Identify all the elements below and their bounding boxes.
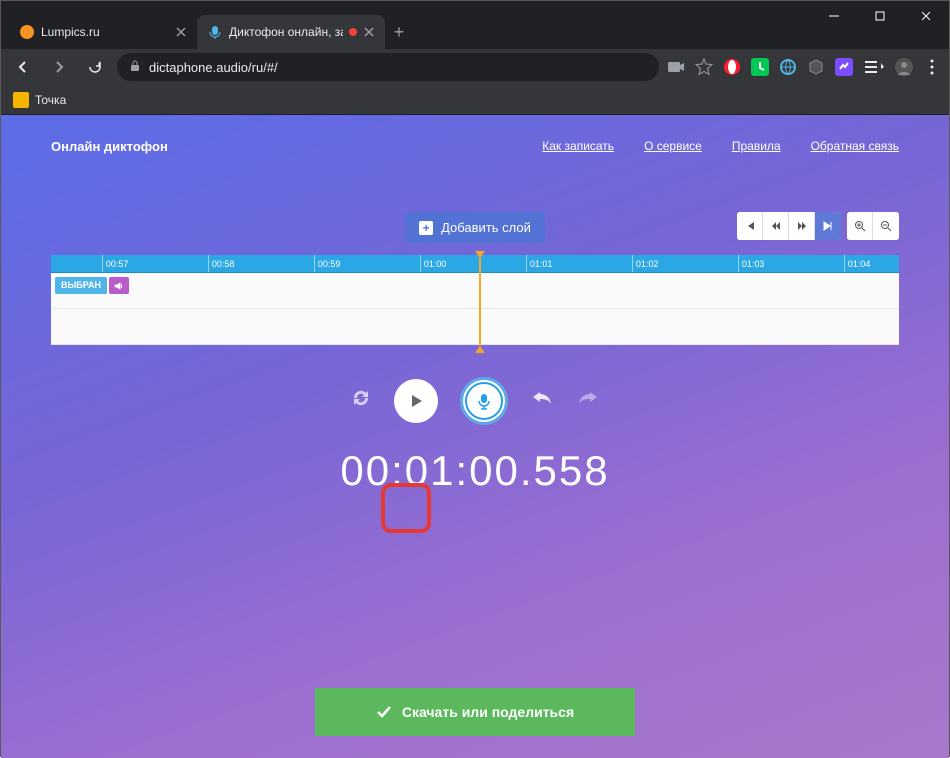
close-window-button[interactable] [903, 1, 949, 31]
download-label: Скачать или поделиться [402, 704, 574, 720]
favicon-lumpics [19, 24, 35, 40]
redo-icon[interactable] [576, 388, 600, 414]
sound-icon[interactable] [109, 277, 129, 294]
recording-indicator-icon [349, 28, 357, 36]
add-layer-label: Добавить слой [441, 220, 531, 235]
opera-ext-icon[interactable] [723, 58, 741, 76]
zoom-controls [847, 212, 899, 240]
nav-about[interactable]: О сервисе [644, 139, 702, 154]
menu-icon[interactable] [923, 58, 941, 76]
ruler-tick: 01:02 [632, 255, 659, 272]
browser-titlebar: Lumpics.ru Диктофон онлайн, записать + [1, 1, 949, 49]
bookmark-label[interactable]: Точка [35, 93, 66, 107]
download-button[interactable]: Скачать или поделиться [315, 688, 635, 736]
lock-icon [129, 60, 141, 75]
nav-contact[interactable]: Обратная связь [811, 139, 899, 154]
zoom-out-button[interactable] [873, 212, 899, 240]
profile-avatar-icon[interactable] [895, 58, 913, 76]
ruler-tick: 00:57 [102, 255, 129, 272]
star-icon[interactable] [695, 58, 713, 76]
close-icon[interactable] [175, 26, 187, 38]
skip-start-button[interactable] [737, 212, 763, 240]
transport-controls [737, 212, 841, 240]
globe-ext-icon[interactable] [779, 58, 797, 76]
site-nav: Как записать О сервисе Правила Обратная … [542, 139, 899, 154]
bookmarks-bar: Точка [1, 85, 949, 115]
refresh-icon[interactable] [350, 387, 372, 415]
tab-title: Lumpics.ru [41, 25, 169, 39]
playback-controls [51, 377, 899, 425]
reading-list-icon[interactable] [863, 58, 885, 76]
ruler-tick: 00:58 [208, 255, 235, 272]
new-tab-button[interactable]: + [385, 15, 413, 49]
extension-icons [667, 58, 941, 76]
ruler-tick: 01:04 [844, 255, 871, 272]
forward-fast-button[interactable] [789, 212, 815, 240]
skip-end-button[interactable] [815, 212, 841, 240]
window-controls [811, 1, 949, 31]
cube-ext-icon[interactable] [807, 58, 825, 76]
browser-tab-lumpics[interactable]: Lumpics.ru [9, 15, 197, 49]
minimize-button[interactable] [811, 1, 857, 31]
timeline-ruler[interactable]: 00:57 00:58 00:59 01:00 01:01 01:02 01:0… [51, 255, 899, 273]
record-button[interactable] [460, 377, 508, 425]
maximize-button[interactable] [857, 1, 903, 31]
purple-ext-icon[interactable] [835, 58, 853, 76]
mic-icon [465, 382, 503, 420]
undo-icon[interactable] [530, 388, 554, 414]
selected-badge[interactable]: ВЫБРАН [55, 277, 107, 294]
rewind-button[interactable] [763, 212, 789, 240]
camera-icon[interactable] [667, 58, 685, 76]
plus-icon: + [419, 221, 433, 235]
ruler-tick: 00:59 [314, 255, 341, 272]
green-ext-icon[interactable] [751, 58, 769, 76]
reload-button[interactable] [81, 53, 109, 81]
folder-icon [13, 92, 29, 108]
track-area[interactable]: ВЫБРАН [51, 273, 899, 345]
timeline[interactable]: 00:57 00:58 00:59 01:00 01:01 01:02 01:0… [51, 255, 899, 345]
ruler-tick: 01:03 [738, 255, 765, 272]
zoom-in-button[interactable] [847, 212, 873, 240]
browser-toolbar: dictaphone.audio/ru/#/ [1, 49, 949, 85]
nav-rules[interactable]: Правила [732, 139, 781, 154]
back-button[interactable] [9, 53, 37, 81]
timer-display: 00:01:00.558 [51, 447, 899, 495]
add-layer-button[interactable]: + Добавить слой [405, 212, 545, 243]
url-text: dictaphone.audio/ru/#/ [149, 60, 278, 75]
ruler-tick: 01:00 [420, 255, 447, 272]
forward-button[interactable] [45, 53, 73, 81]
favicon-mic [207, 24, 223, 40]
nav-how[interactable]: Как записать [542, 139, 614, 154]
close-icon[interactable] [363, 26, 375, 38]
page-content: Онлайн диктофон Как записать О сервисе П… [1, 115, 949, 758]
browser-tab-dictaphone[interactable]: Диктофон онлайн, записать [197, 15, 385, 49]
tab-title: Диктофон онлайн, записать [229, 25, 343, 39]
site-logo[interactable]: Онлайн диктофон [51, 139, 168, 154]
editor: + Добавить слой 00:57 00:58 [51, 212, 899, 495]
address-bar[interactable]: dictaphone.audio/ru/#/ [117, 53, 659, 81]
ruler-tick: 01:01 [526, 255, 553, 272]
check-icon [376, 704, 392, 720]
play-button[interactable] [394, 379, 438, 423]
